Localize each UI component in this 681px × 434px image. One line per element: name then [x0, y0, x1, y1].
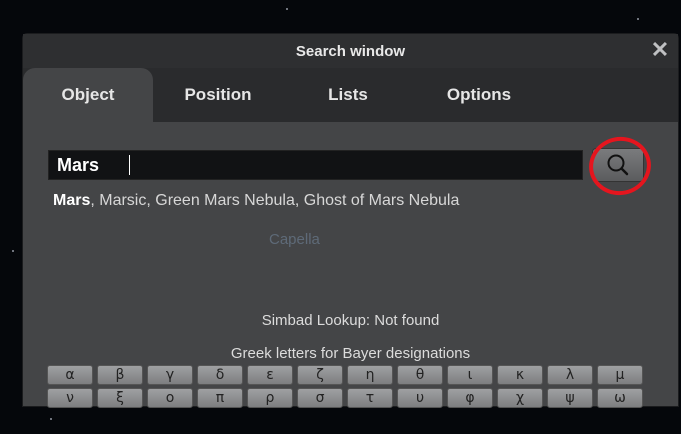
- greek-key-upsilon[interactable]: υ: [397, 388, 443, 408]
- tab-lists[interactable]: Lists: [293, 68, 403, 122]
- greek-key-epsilon[interactable]: ε: [247, 365, 293, 385]
- greek-key-iota[interactable]: ι: [447, 365, 493, 385]
- text-caret: [129, 155, 130, 175]
- greek-key-nu[interactable]: ν: [47, 388, 93, 408]
- match-list: Mars, Marsic, Green Mars Nebula, Ghost o…: [53, 192, 459, 210]
- greek-key-eta[interactable]: η: [347, 365, 393, 385]
- greek-key-theta[interactable]: θ: [397, 365, 443, 385]
- greek-row-1: α β γ δ ε ζ η θ ι κ λ μ: [47, 365, 643, 385]
- greek-key-delta[interactable]: δ: [197, 365, 243, 385]
- highlight-circle: [583, 131, 657, 201]
- tab-label: Lists: [328, 85, 368, 104]
- greek-key-xi[interactable]: ξ: [97, 388, 143, 408]
- greek-key-zeta[interactable]: ζ: [297, 365, 343, 385]
- tab-label: Object: [61, 85, 115, 104]
- greek-key-kappa[interactable]: κ: [497, 365, 543, 385]
- background-star: [12, 250, 14, 252]
- search-window: Search window ✕ Object Position Lists Op…: [23, 34, 678, 408]
- tab-options[interactable]: Options: [419, 68, 539, 122]
- background-star: [50, 418, 52, 420]
- tab-label: Position: [184, 85, 252, 104]
- simbad-status: Simbad Lookup: Not found: [261, 312, 440, 329]
- greek-key-pi[interactable]: π: [197, 388, 243, 408]
- greek-key-psi[interactable]: ψ: [547, 388, 593, 408]
- greek-key-lambda[interactable]: λ: [547, 365, 593, 385]
- tab-position[interactable]: Position: [163, 68, 273, 122]
- tab-object[interactable]: Object: [23, 68, 153, 122]
- tab-label: Options: [446, 85, 512, 104]
- greek-key-rho[interactable]: ρ: [247, 388, 293, 408]
- greek-key-gamma[interactable]: γ: [147, 365, 193, 385]
- greek-key-beta[interactable]: β: [97, 365, 143, 385]
- greek-key-omega[interactable]: ω: [597, 388, 643, 408]
- greek-key-mu[interactable]: μ: [597, 365, 643, 385]
- background-star: [286, 8, 288, 10]
- tab-bar: Object Position Lists Options: [23, 68, 678, 122]
- greek-key-alpha[interactable]: α: [47, 365, 93, 385]
- background-star: [637, 18, 639, 20]
- greek-row-2: ν ξ ο π ρ σ τ υ φ χ ψ ω: [47, 388, 643, 408]
- close-icon[interactable]: ✕: [650, 39, 670, 61]
- background-star-label: Capella: [269, 231, 320, 248]
- greek-key-sigma[interactable]: σ: [297, 388, 343, 408]
- greek-key-phi[interactable]: φ: [447, 388, 493, 408]
- greek-letters-title: Greek letters for Bayer designations: [230, 345, 471, 362]
- window-title: Search window: [295, 42, 406, 60]
- greek-key-chi[interactable]: χ: [497, 388, 543, 408]
- greek-key-tau[interactable]: τ: [347, 388, 393, 408]
- match-rest[interactable]: , Marsic, Green Mars Nebula, Ghost of Ma…: [90, 192, 459, 209]
- greek-key-omicron[interactable]: ο: [147, 388, 193, 408]
- match-first[interactable]: Mars: [53, 192, 90, 209]
- window-titlebar: Search window ✕: [23, 34, 678, 68]
